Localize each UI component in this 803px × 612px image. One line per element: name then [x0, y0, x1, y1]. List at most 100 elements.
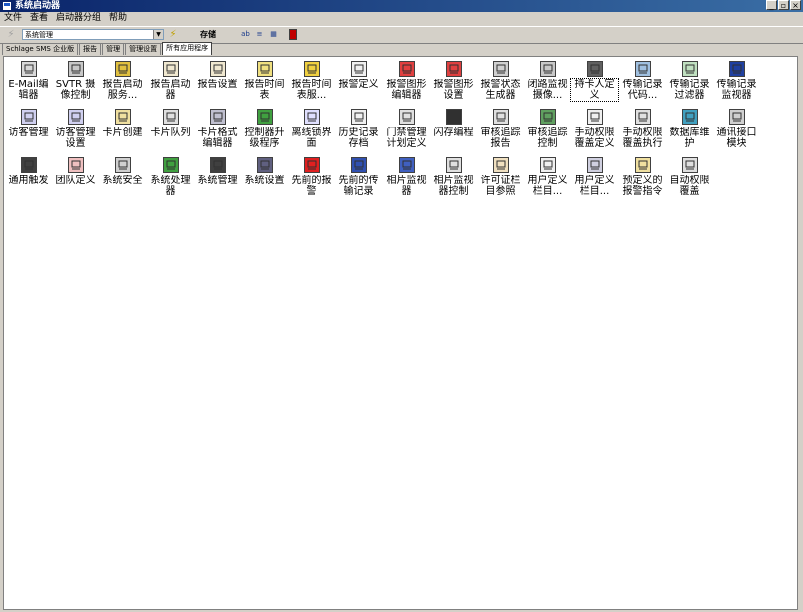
- launcher-item-label: 用户定义栏目...: [527, 175, 568, 197]
- launcher-item[interactable]: 卡片队列: [147, 107, 194, 155]
- photo-monitor-control-icon: [446, 157, 462, 173]
- large-icons-button[interactable]: ab: [240, 29, 251, 40]
- cardholder-definition-icon: [587, 61, 603, 77]
- launcher-item[interactable]: 通讯接口模块: [713, 107, 760, 155]
- launcher-item[interactable]: 报警定义: [335, 59, 382, 107]
- launcher-item[interactable]: 卡片创建: [99, 107, 146, 155]
- report-schedule-icon: [257, 61, 273, 77]
- launcher-item-label: 通用触发: [8, 175, 49, 186]
- launcher-item[interactable]: 门禁管理计划定义: [383, 107, 430, 155]
- launcher-item-label: 闭路监视摄像...: [527, 79, 568, 101]
- launcher-item[interactable]: 访客管理: [5, 107, 52, 155]
- alarm-graphic-editor-icon: [399, 61, 415, 77]
- launcher-item[interactable]: 手动权限覆盖执行: [619, 107, 666, 155]
- launcher-item-label: 报警图形设置: [433, 79, 474, 101]
- launcher-item[interactable]: 访客管理设置: [52, 107, 99, 155]
- minimize-button[interactable]: _: [766, 0, 777, 10]
- launcher-item-label: 报告时间表: [244, 79, 285, 101]
- launcher-item[interactable]: 控制器升级程序: [241, 107, 288, 155]
- launcher-item[interactable]: 用户定义栏目...: [571, 155, 618, 203]
- launcher-item[interactable]: 团队定义: [52, 155, 99, 203]
- flash-program-icon: [446, 109, 462, 125]
- close-button[interactable]: ×: [790, 0, 801, 10]
- launcher-item-label: 报告启动器: [150, 79, 191, 101]
- launcher-item-label: 先前的报警: [291, 175, 332, 197]
- menu-launcher-group[interactable]: 启动器分组: [52, 12, 105, 25]
- launcher-item-label: 闪存编程: [433, 127, 474, 138]
- launcher-item[interactable]: E-Mail编辑器: [5, 59, 52, 107]
- launcher-item[interactable]: 数据库维护: [666, 107, 713, 155]
- launcher-item[interactable]: 系统安全: [99, 155, 146, 203]
- exit-icon[interactable]: [289, 29, 297, 40]
- launcher-item[interactable]: 先前的报警: [288, 155, 335, 203]
- launcher-item[interactable]: 报警图形编辑器: [383, 59, 430, 107]
- launcher-item[interactable]: 报告时间表服...: [288, 59, 335, 107]
- report-schedule-service-icon: [304, 61, 320, 77]
- launcher-item-label: 用户定义栏目...: [574, 175, 615, 197]
- launcher-item-label: 传输记录代码...: [622, 79, 663, 101]
- launcher-item[interactable]: 持卡人定义: [570, 59, 619, 107]
- tab-management-settings[interactable]: 管理设置: [125, 43, 162, 55]
- launcher-item[interactable]: 先前的传输记录: [335, 155, 382, 203]
- launcher-item-label: 手动权限覆盖定义: [574, 127, 615, 149]
- launcher-item-label: 相片监视器控制: [433, 175, 474, 197]
- launcher-item[interactable]: 预定义的报警指令: [619, 155, 666, 203]
- launcher-item[interactable]: 相片监视器控制: [430, 155, 477, 203]
- menu-help[interactable]: 帮助: [105, 12, 131, 25]
- tab-schlage-sms[interactable]: Schlage SMS 企业版: [2, 43, 79, 55]
- launcher-item[interactable]: 报告时间表: [241, 59, 288, 107]
- system-management-icon: [210, 157, 226, 173]
- launcher-item-label: 先前的传输记录: [338, 175, 379, 197]
- launcher-item[interactable]: 系统管理: [194, 155, 241, 203]
- launcher-item[interactable]: 报告设置: [194, 59, 241, 107]
- launcher-item[interactable]: 自动权限覆盖: [666, 155, 713, 203]
- launcher-item[interactable]: 系统设置: [241, 155, 288, 203]
- launcher-item[interactable]: 许可证栏目参照: [477, 155, 524, 203]
- card-create-icon: [115, 109, 131, 125]
- launcher-item[interactable]: 相片监视器: [383, 155, 430, 203]
- menu-bar: 文件 查看 启动器分组 帮助: [0, 12, 803, 25]
- camera-icon: [68, 61, 84, 77]
- launcher-item[interactable]: 审核追踪报告: [477, 107, 524, 155]
- launcher-item[interactable]: 卡片格式编辑器: [194, 107, 241, 155]
- details-view-button[interactable]: ▦: [268, 29, 279, 40]
- launcher-item-label: 系统安全: [102, 175, 143, 186]
- chevron-down-icon[interactable]: ▼: [153, 30, 163, 39]
- previous-alarm-icon: [304, 157, 320, 173]
- launcher-item[interactable]: 闪存编程: [430, 107, 477, 155]
- launcher-group-select[interactable]: 系统管理 ▼: [22, 29, 164, 40]
- tab-reports[interactable]: 报告: [79, 43, 102, 55]
- launcher-item-label: 离线锁界面: [291, 127, 332, 149]
- database-maintenance-icon: [682, 109, 698, 125]
- connect-icon[interactable]: ⚡: [168, 29, 178, 41]
- launcher-item[interactable]: 系统处理器: [147, 155, 194, 203]
- menu-file[interactable]: 文件: [0, 12, 26, 25]
- launcher-item[interactable]: 历史记录存档: [335, 107, 382, 155]
- launcher-item[interactable]: 审核追踪控制: [524, 107, 571, 155]
- menu-view[interactable]: 查看: [26, 12, 52, 25]
- previous-transmission-icon: [351, 157, 367, 173]
- list-view-button[interactable]: ≡: [254, 29, 265, 40]
- launcher-item[interactable]: 报警图形设置: [430, 59, 477, 107]
- launcher-item[interactable]: 报告启动器: [147, 59, 194, 107]
- maximize-button[interactable]: ▫: [778, 0, 789, 10]
- launcher-item[interactable]: SVTR 摄像控制: [52, 59, 99, 107]
- launcher-item[interactable]: 通用触发: [5, 155, 52, 203]
- disconnect-icon[interactable]: ⚡: [6, 29, 16, 41]
- tab-management[interactable]: 管理: [102, 43, 125, 55]
- launcher-item[interactable]: 用户定义栏目...: [524, 155, 571, 203]
- launcher-item[interactable]: 闭路监视摄像...: [524, 59, 571, 107]
- launcher-item[interactable]: 传输记录代码...: [619, 59, 666, 107]
- launcher-item[interactable]: 传输记录监视器: [713, 59, 760, 107]
- toolbar: ⚡ 系统管理 ▼ ⚡ 存储 ab ≡ ▦: [0, 26, 803, 44]
- save-button[interactable]: 存储: [200, 29, 216, 41]
- launcher-item[interactable]: 报警状态生成器: [477, 59, 524, 107]
- launcher-item[interactable]: 报告启动服务...: [99, 59, 146, 107]
- launcher-item[interactable]: 传输记录过滤器: [666, 59, 713, 107]
- cctv-camera-icon: [540, 61, 556, 77]
- tab-all-applications[interactable]: 所有应用程序: [162, 42, 213, 55]
- launcher-item[interactable]: 离线锁界面: [288, 107, 335, 155]
- launcher-item-label: 团队定义: [55, 175, 96, 186]
- visitor-management-icon: [21, 109, 37, 125]
- launcher-item[interactable]: 手动权限覆盖定义: [571, 107, 618, 155]
